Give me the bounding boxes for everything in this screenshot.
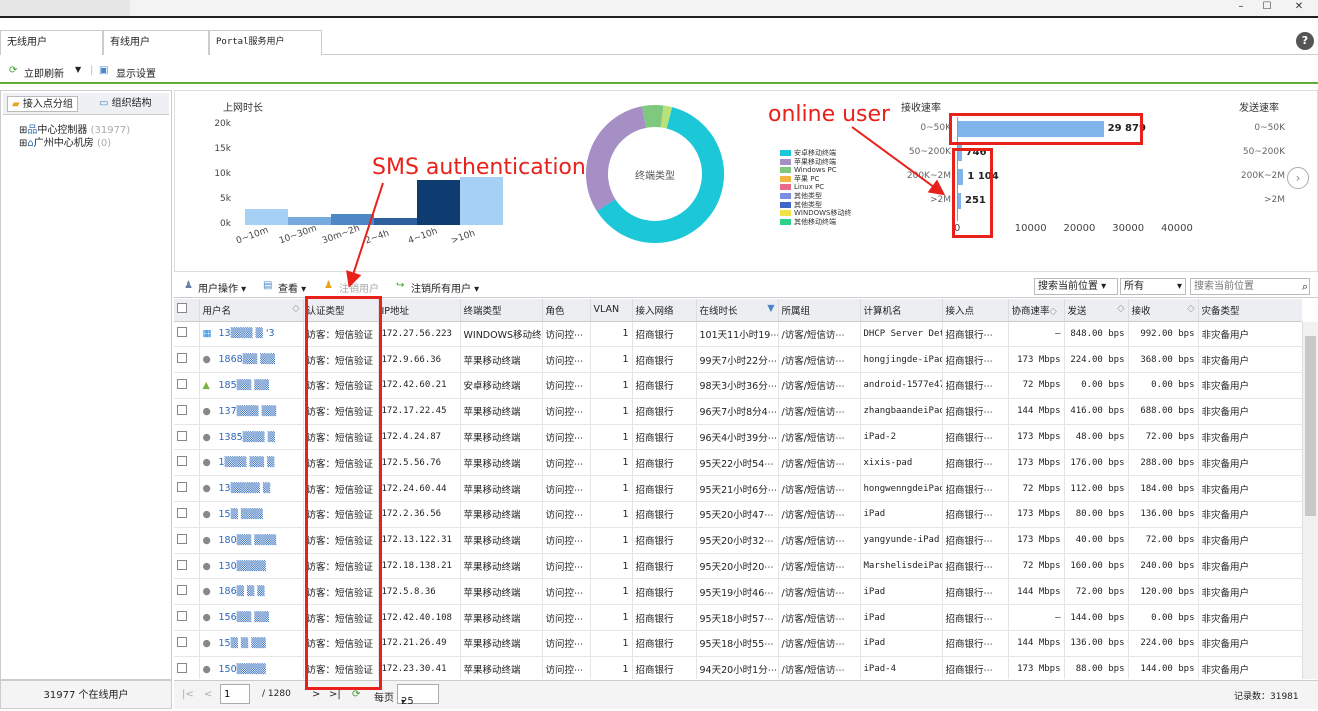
arrow-online (851, 126, 946, 196)
annotation-arrows (346, 126, 946, 288)
arrow-sms (346, 182, 384, 288)
